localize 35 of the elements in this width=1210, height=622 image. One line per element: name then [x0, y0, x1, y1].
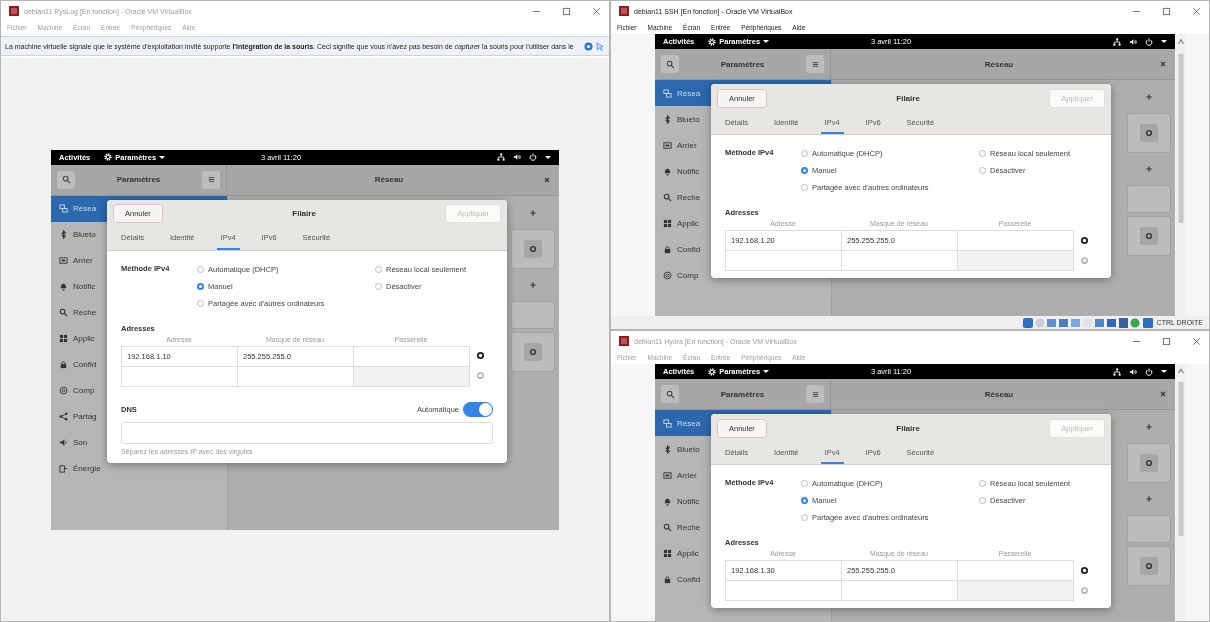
sidebar-label: Blueto — [677, 444, 700, 454]
sidebar-label: Reche — [677, 522, 701, 532]
sidebar-label: Reche — [73, 308, 97, 317]
page-title: Réseau — [373, 175, 405, 184]
sidebar-label: Blueto — [73, 230, 96, 239]
sidebar-label: Applic — [73, 334, 95, 343]
sidebar-label: Applic — [677, 548, 699, 558]
page-title: Réseau — [983, 59, 1015, 69]
sidebar-title: Paramètres — [719, 59, 766, 69]
sidebar-label: Confid — [73, 360, 97, 369]
sidebar-title: Paramètres — [719, 389, 766, 399]
dialog-title: Filaire — [895, 423, 921, 433]
sidebar-label: Notific — [677, 496, 700, 506]
sidebar-label: Résea — [73, 204, 97, 213]
sidebar-label: Applic — [677, 218, 699, 228]
sidebar-label: Reche — [677, 192, 701, 202]
dialog-title: Filaire — [291, 209, 317, 218]
sidebar-label: Partag — [73, 412, 97, 421]
sidebar-title: Paramètres — [115, 175, 162, 184]
sidebar-label: Résea — [677, 88, 701, 98]
sidebar-label: Notific — [677, 166, 700, 176]
sidebar-label: Résea — [677, 418, 701, 428]
sidebar-label: Confid — [677, 574, 701, 584]
sidebar-label: Arrier — [677, 470, 697, 480]
sidebar-label: Blueto — [677, 114, 700, 124]
sidebar-label: Énergie — [73, 464, 101, 473]
sidebar-label: Arrier — [677, 140, 697, 150]
sidebar-label: Son — [73, 438, 88, 447]
page-title: Réseau — [983, 389, 1015, 399]
sidebar-label: Notific — [73, 282, 96, 291]
sidebar-label: Comp — [677, 270, 699, 280]
sidebar-label: Comp — [73, 386, 95, 395]
sidebar-label: Confid — [677, 244, 701, 254]
sidebar-label: Arrier — [73, 256, 93, 265]
dialog-title: Filaire — [895, 93, 921, 103]
